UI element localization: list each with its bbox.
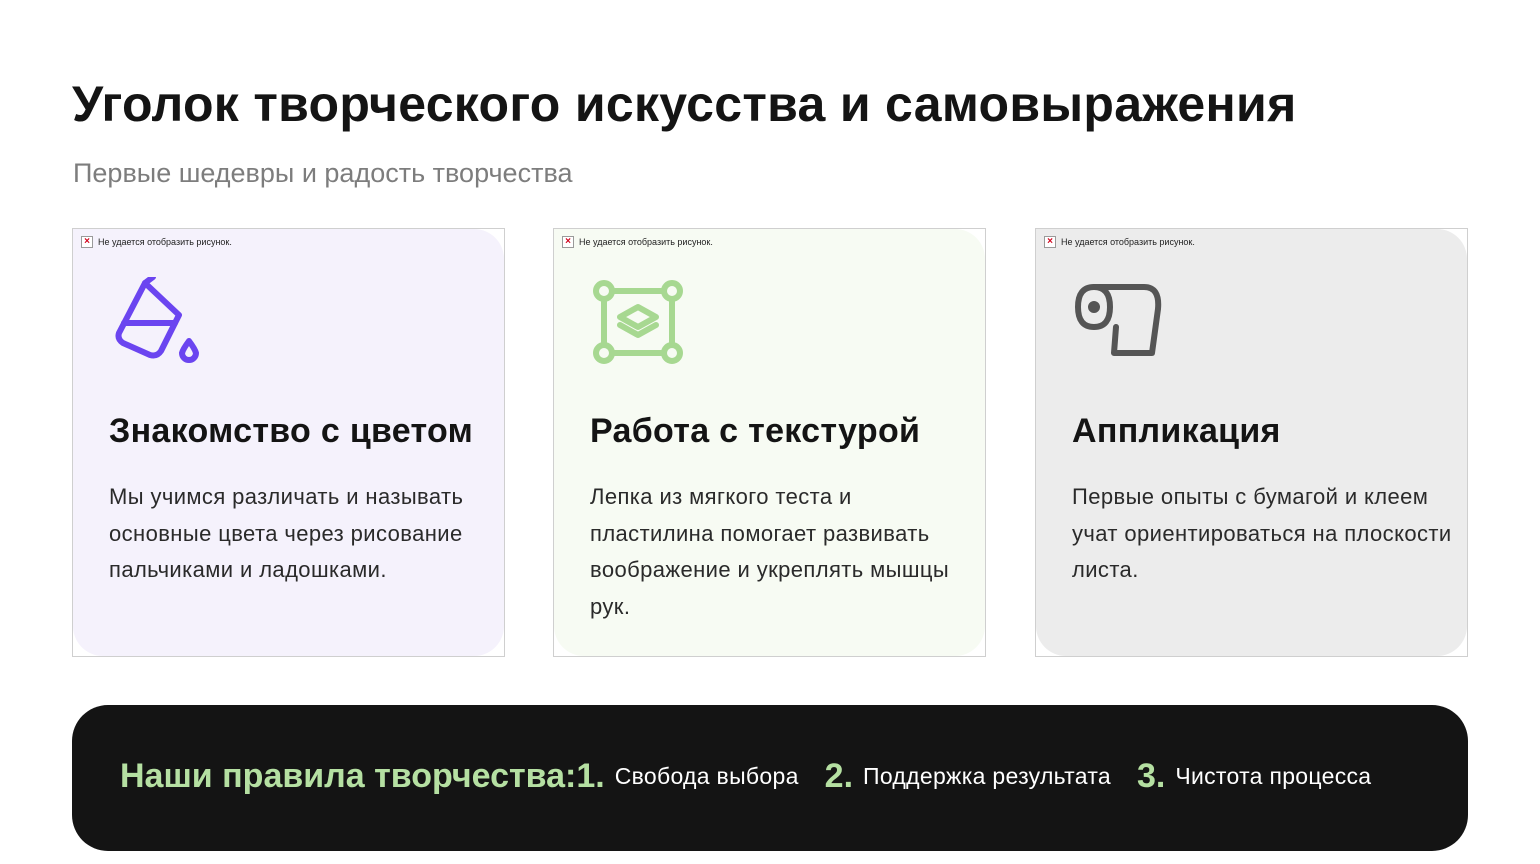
page-title: Уголок творческого искусства и самовыраж… — [72, 76, 1297, 132]
card-description: Мы учимся различать и называть основные … — [109, 484, 464, 582]
card-texture: × Не удается отобразить рисунок. Работа … — [553, 228, 986, 657]
broken-image-text: Не удается отобразить рисунок. — [579, 237, 713, 247]
broken-image-text: Не удается отобразить рисунок. — [98, 237, 232, 247]
rule-item: 2. Поддержка результата — [825, 757, 1111, 796]
rule-text: Свобода выбора — [614, 763, 799, 789]
rule-number: 1. — [576, 757, 605, 795]
rule-text: Поддержка результата — [863, 763, 1111, 789]
broken-image-icon: × — [562, 236, 574, 248]
card-title: Аппликация — [1072, 412, 1281, 450]
broken-image-text: Не удается отобразить рисунок. — [1061, 237, 1195, 247]
broken-image-placeholder: × Не удается отобразить рисунок. — [1044, 236, 1195, 248]
layers-frame-icon — [593, 280, 683, 364]
broken-image-icon: × — [81, 236, 93, 248]
paper-roll-icon — [1075, 284, 1162, 356]
page-subtitle: Первые шедевры и радость творчества — [73, 158, 573, 188]
rule-number: 2. — [824, 757, 854, 795]
card-title: Знакомство с цветом — [109, 412, 474, 450]
rules-heading: Наши правила творчества: — [120, 757, 577, 795]
rule-item: 3. Чистота процесса — [1137, 757, 1371, 796]
broken-image-icon: × — [1044, 236, 1056, 248]
broken-image-placeholder: × Не удается отобразить рисунок. — [81, 236, 232, 248]
card-title: Работа с текстурой — [590, 412, 921, 450]
paint-bucket-icon — [115, 277, 199, 363]
card-description: Первые опыты с бумагой и клеем учат орие… — [1072, 484, 1452, 582]
rule-text: Чистота процесса — [1175, 763, 1372, 789]
rules-row: Наши правила творчества: 1. Свобода выбо… — [120, 757, 1371, 796]
card-description: Лепка из мягкого теста и пластилина помо… — [590, 484, 950, 619]
rules-banner: Наши правила творчества: 1. Свобода выбо… — [72, 705, 1468, 851]
rule-item: 1. Свобода выбора — [576, 757, 798, 796]
rule-number: 3. — [1137, 757, 1166, 795]
card-applique: × Не удается отобразить рисунок. Апплика… — [1035, 228, 1468, 657]
broken-image-placeholder: × Не удается отобразить рисунок. — [562, 236, 713, 248]
card-color: × Не удается отобразить рисунок. Знакомс… — [72, 228, 505, 657]
